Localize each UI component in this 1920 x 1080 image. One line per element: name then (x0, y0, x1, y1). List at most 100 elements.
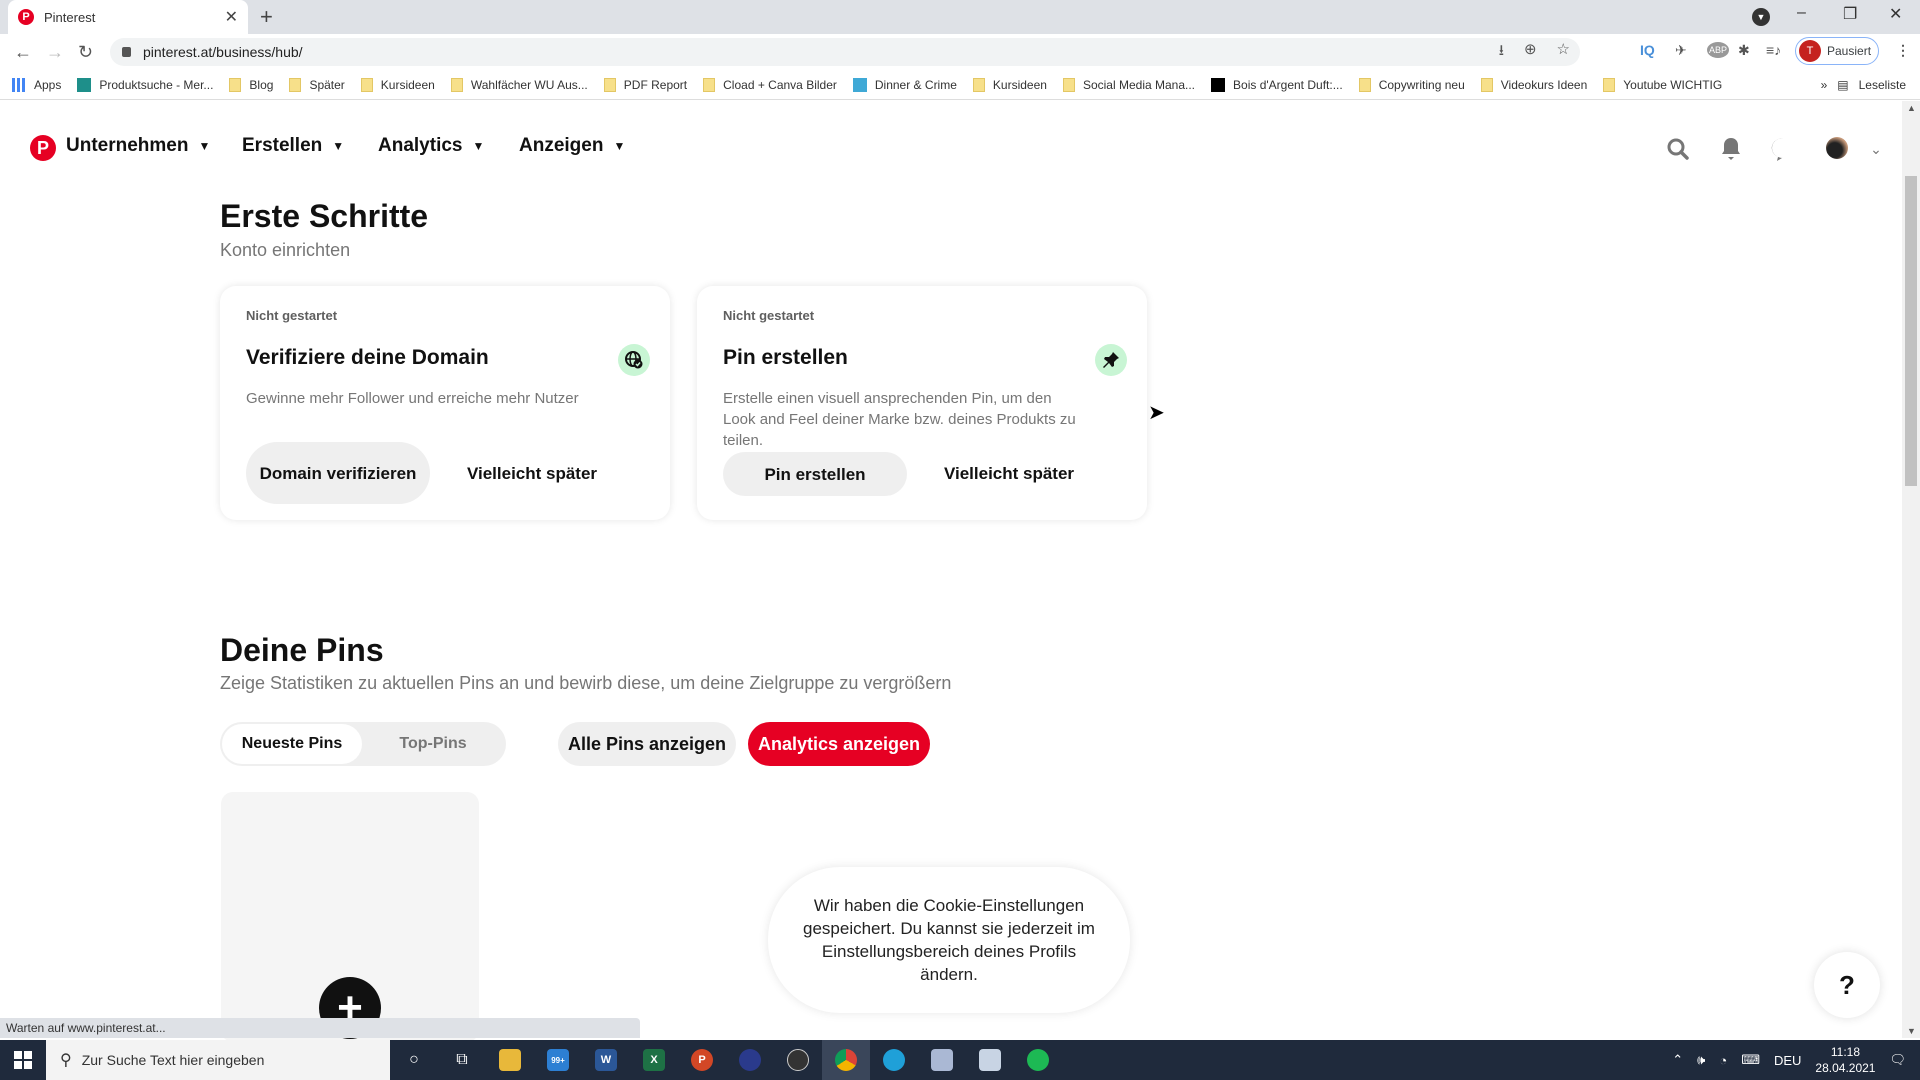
task-view-icon[interactable]: ⧉ (438, 1040, 486, 1080)
nav-anzeigen[interactable]: Anzeigen ▼ (519, 135, 625, 157)
bookmark-item[interactable]: PDF Report (603, 77, 687, 92)
more-bookmarks-icon[interactable]: » (1821, 78, 1828, 92)
obs-icon[interactable] (774, 1040, 822, 1080)
app-icon-2[interactable] (918, 1040, 966, 1080)
mail-icon[interactable]: 99+ (534, 1040, 582, 1080)
scroll-up-arrow-icon[interactable]: ▲ (1907, 103, 1916, 113)
close-tab-icon[interactable]: ✕ (225, 7, 238, 27)
media-control-icon[interactable]: ≡♪ (1766, 42, 1781, 58)
search-icon: ⚲ (60, 1052, 72, 1069)
windows-taskbar: ⚲ Zur Suche Text hier eingeben ○ ⧉ 99+ W… (0, 1040, 1920, 1080)
verify-domain-button[interactable]: Domain verifizieren (246, 442, 430, 504)
bookmark-item[interactable]: Kursideen (360, 77, 435, 92)
reload-icon[interactable]: ↻ (78, 42, 93, 63)
nav-unternehmen[interactable]: Unternehmen ▼ (66, 135, 210, 157)
spotify-icon[interactable] (1014, 1040, 1062, 1080)
windows-start-icon[interactable] (0, 1040, 46, 1080)
new-tab-button[interactable]: + (260, 4, 273, 30)
bookmark-item[interactable]: Produktsuche - Mer... (77, 77, 213, 92)
nav-label: Analytics (378, 135, 463, 156)
bookmark-item[interactable]: Cload + Canva Bilder (703, 77, 837, 92)
zoom-icon[interactable]: ⊕ (1524, 40, 1537, 65)
bookmark-label: Videokurs Ideen (1500, 77, 1588, 92)
clock[interactable]: 11:18 28.04.2021 (1815, 1044, 1875, 1076)
excel-icon[interactable]: X (630, 1040, 678, 1080)
bookmark-item[interactable]: Kursideen (972, 77, 1047, 92)
bookmarks-right: » ▤ Leseliste (1821, 78, 1906, 92)
bookmark-item[interactable]: Wahlfächer WU Aus... (450, 77, 588, 92)
app-icon[interactable] (726, 1040, 774, 1080)
restore-button[interactable]: ❐ (1843, 4, 1857, 24)
all-pins-button[interactable]: Alle Pins anzeigen (558, 722, 736, 766)
language-indicator[interactable]: DEU (1774, 1053, 1801, 1068)
bookmark-item[interactable]: Social Media Mana... (1062, 77, 1195, 92)
time: 11:18 (1830, 1045, 1861, 1059)
bookmark-label: Wahlfächer WU Aus... (470, 77, 588, 92)
reading-list-icon: ▤ (1837, 77, 1849, 92)
user-avatar[interactable] (1826, 137, 1848, 159)
extension-plane-icon[interactable]: ✈ (1675, 42, 1687, 59)
reading-list-button[interactable]: Leseliste (1859, 78, 1906, 92)
pins-tab-switch: Neueste Pins Top-Pins (220, 722, 506, 766)
chrome-icon[interactable] (822, 1040, 870, 1080)
pinterest-logo[interactable]: P (30, 135, 56, 161)
extensions-puzzle-icon[interactable]: ✱ (1738, 42, 1750, 59)
bookmark-label: Später (309, 77, 345, 92)
tab-top-pins[interactable]: Top-Pins (362, 724, 504, 764)
your-pins-title: Deine Pins (220, 632, 384, 668)
minimize-button[interactable]: – (1797, 4, 1806, 22)
volume-icon[interactable]: 🕪 (1697, 1052, 1705, 1068)
nav-erstellen[interactable]: Erstellen ▼ (242, 135, 344, 157)
adblock-icon[interactable]: ABP (1707, 42, 1730, 58)
pushpin-icon (1095, 344, 1127, 376)
maybe-later-button[interactable]: Vielleicht später (452, 442, 612, 504)
scroll-down-arrow-icon[interactable]: ▼ (1907, 1026, 1916, 1036)
bookmark-item[interactable]: Youtube WICHTIG (1603, 77, 1722, 92)
bookmark-label: Dinner & Crime (874, 77, 957, 92)
notifications-icon[interactable]: 🗨 (1889, 1052, 1906, 1068)
nav-label: Unternehmen (66, 135, 189, 156)
create-pin-button[interactable]: Pin erstellen (723, 452, 907, 496)
install-icon[interactable]: ⭳ (1499, 40, 1504, 65)
bookmark-item[interactable]: Apps (12, 77, 61, 92)
scrollbar-thumb[interactable] (1905, 176, 1917, 486)
bookmark-item[interactable]: Bois d'Argent Duft:... (1211, 77, 1343, 92)
messages-icon[interactable] (1769, 135, 1797, 163)
bookmark-item[interactable]: Copywriting neu (1358, 77, 1465, 92)
bookmark-item[interactable]: Später (289, 77, 345, 92)
page-scrollbar[interactable]: ▲ ▼ (1902, 101, 1920, 1038)
bookmark-label: Blog (249, 77, 274, 92)
app-icon-3[interactable] (966, 1040, 1014, 1080)
taskbar-search-input[interactable]: ⚲ Zur Suche Text hier eingeben (46, 1040, 390, 1080)
profile-button[interactable]: T Pausiert (1795, 37, 1879, 65)
forward-icon[interactable]: → (46, 42, 64, 63)
browser-menu-icon[interactable]: ⋮ (1896, 42, 1910, 59)
maybe-later-button[interactable]: Vielleicht später (929, 442, 1089, 504)
browser-tab[interactable]: P Pinterest ✕ (8, 0, 248, 34)
bookmark-item[interactable]: Dinner & Crime (852, 77, 957, 92)
address-bar[interactable]: pinterest.at/business/hub/ ⭳ ⊕ ☆ (110, 38, 1580, 66)
edge-icon[interactable] (870, 1040, 918, 1080)
nav-analytics[interactable]: Analytics ▼ (378, 135, 484, 157)
word-icon[interactable]: W (582, 1040, 630, 1080)
back-icon[interactable]: ← (14, 42, 32, 63)
tray-expand-icon[interactable]: ⌃ (1672, 1052, 1683, 1068)
search-icon[interactable] (1664, 135, 1692, 163)
bookmark-star-icon[interactable]: ☆ (1557, 40, 1570, 65)
powerpoint-icon[interactable]: P (678, 1040, 726, 1080)
notifications-bell-icon[interactable] (1717, 135, 1745, 163)
bookmark-item[interactable]: Blog (229, 77, 274, 92)
cortana-icon[interactable]: ○ (390, 1040, 438, 1080)
verify-domain-card: Nicht gestartet Verifiziere deine Domain… (220, 286, 670, 520)
tab-search-icon[interactable]: ▼ (1752, 8, 1770, 26)
iq-extension-icon[interactable]: IQ (1640, 42, 1655, 58)
analytics-button[interactable]: Analytics anzeigen (748, 722, 930, 766)
wifi-icon[interactable]: ◔ (1719, 1053, 1727, 1068)
bookmark-item[interactable]: Videokurs Ideen (1480, 77, 1588, 92)
account-chevron-down-icon[interactable]: ⌄ (1862, 135, 1890, 163)
file-explorer-icon[interactable] (486, 1040, 534, 1080)
close-window-button[interactable]: ✕ (1889, 4, 1902, 24)
tab-newest-pins[interactable]: Neueste Pins (222, 724, 362, 764)
help-button[interactable]: ? (1814, 952, 1880, 1018)
keyboard-icon[interactable]: ⌨ (1741, 1052, 1760, 1068)
